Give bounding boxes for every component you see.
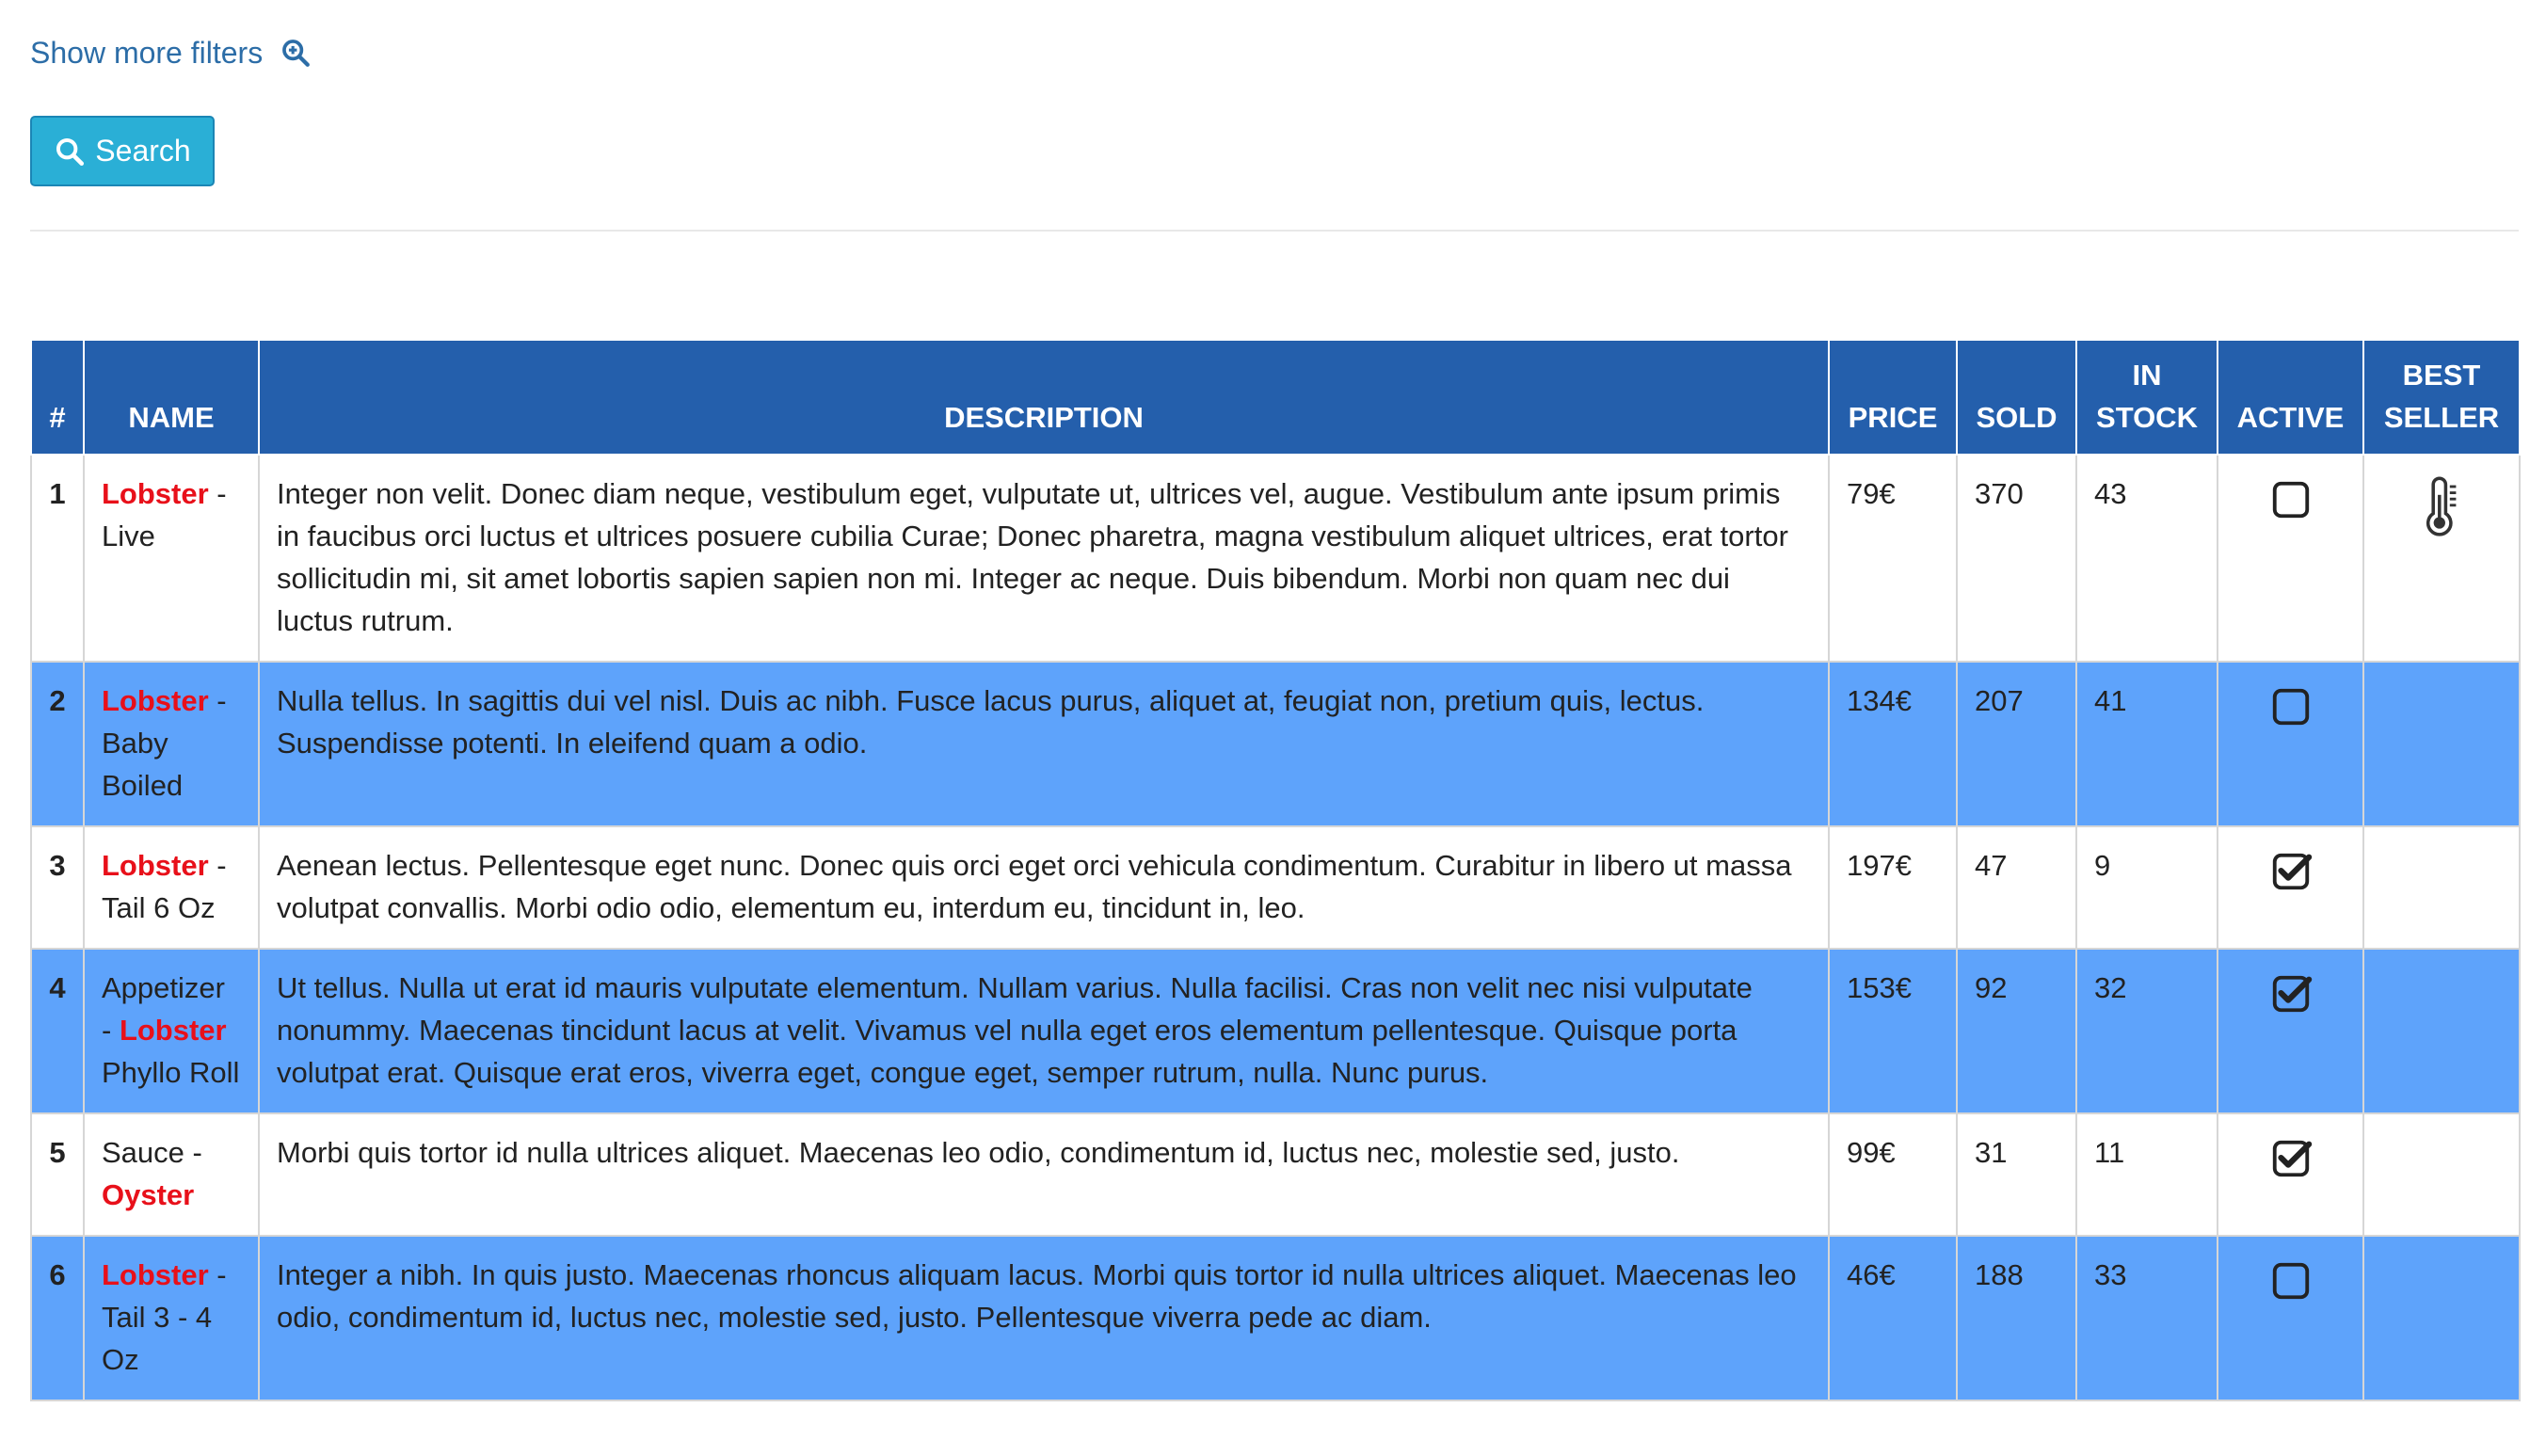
column-header-active[interactable]: ACTIVE bbox=[2217, 339, 2364, 456]
table-row[interactable]: 4 Appetizer - Lobster Phyllo Roll Ut tellu… bbox=[30, 948, 2521, 1114]
column-header-best-seller[interactable]: BEST SELLER bbox=[2362, 339, 2521, 456]
product-description: Aenean lectus. Pellentesque eget nunc. D… bbox=[258, 825, 1830, 950]
product-sold: 47 bbox=[1956, 825, 2077, 950]
name-highlight: Lobster bbox=[102, 849, 209, 882]
name-highlight: Oyster bbox=[102, 1178, 195, 1211]
unchecked-checkbox-icon[interactable] bbox=[2269, 478, 2313, 521]
product-active bbox=[2217, 948, 2364, 1114]
row-index: 6 bbox=[30, 1235, 85, 1401]
product-description: Nulla tellus. In sagittis dui vel nisl. … bbox=[258, 661, 1830, 827]
product-list-page: Show more filters Search # NAME DESCRIPT… bbox=[0, 0, 2546, 1456]
name-highlight: Lobster bbox=[102, 477, 209, 510]
product-active bbox=[2217, 454, 2364, 663]
product-in-stock: 41 bbox=[2075, 661, 2218, 827]
name-highlight: Lobster bbox=[102, 1258, 209, 1291]
row-index: 2 bbox=[30, 661, 85, 827]
show-more-filters-label: Show more filters bbox=[30, 35, 264, 70]
row-index: 5 bbox=[30, 1112, 85, 1237]
thermometer-icon bbox=[2426, 476, 2457, 536]
product-best-seller bbox=[2362, 948, 2521, 1114]
product-best-seller bbox=[2362, 454, 2521, 663]
product-in-stock: 32 bbox=[2075, 948, 2218, 1114]
product-active bbox=[2217, 1235, 2364, 1401]
column-header-in-stock[interactable]: IN STOCK bbox=[2075, 339, 2218, 456]
table-header-row: # NAME DESCRIPTION PRICE SOLD IN STOCK A… bbox=[30, 339, 2521, 456]
column-header-index[interactable]: # bbox=[30, 339, 85, 456]
product-in-stock: 43 bbox=[2075, 454, 2218, 663]
product-description: Morbi quis tortor id nulla ultrices aliq… bbox=[258, 1112, 1830, 1237]
search-icon bbox=[56, 137, 85, 166]
product-price: 46€ bbox=[1828, 1235, 1958, 1401]
column-header-description[interactable]: DESCRIPTION bbox=[258, 339, 1830, 456]
table-row[interactable]: 5 Sauce - Oyster Morbi quis tortor id null… bbox=[30, 1112, 2521, 1237]
name-highlight: Lobster bbox=[119, 1014, 227, 1047]
table-row[interactable]: 2 Lobster - Baby Boiled Nulla tellus. In s… bbox=[30, 661, 2521, 827]
divider bbox=[30, 230, 2519, 232]
column-header-price[interactable]: PRICE bbox=[1828, 339, 1958, 456]
name-text: Phyllo Roll bbox=[102, 1056, 240, 1089]
row-index: 1 bbox=[30, 454, 85, 663]
table-row[interactable]: 3 Lobster - Tail 6 Oz Aenean lectus. Pelle… bbox=[30, 825, 2521, 950]
row-index: 3 bbox=[30, 825, 85, 950]
table-row[interactable]: 6 Lobster - Tail 3 - 4 Oz Integer a nibh. … bbox=[30, 1235, 2521, 1401]
product-best-seller bbox=[2362, 1235, 2521, 1401]
product-description: Ut tellus. Nulla ut erat id mauris vulpu… bbox=[258, 948, 1830, 1114]
search-button[interactable]: Search bbox=[30, 116, 215, 186]
table-row[interactable]: 1 Lobster - Live Integer non velit. Donec … bbox=[30, 454, 2521, 663]
product-price: 99€ bbox=[1828, 1112, 1958, 1237]
column-header-sold[interactable]: SOLD bbox=[1956, 339, 2077, 456]
product-sold: 207 bbox=[1956, 661, 2077, 827]
product-best-seller bbox=[2362, 1112, 2521, 1237]
product-name: Lobster - Live bbox=[83, 454, 260, 663]
show-more-filters-link[interactable]: Show more filters bbox=[30, 30, 312, 75]
product-sold: 370 bbox=[1956, 454, 2077, 663]
product-name: Lobster - Baby Boiled bbox=[83, 661, 260, 827]
products-table: # NAME DESCRIPTION PRICE SOLD IN STOCK A… bbox=[30, 339, 2521, 1401]
product-best-seller bbox=[2362, 825, 2521, 950]
product-active bbox=[2217, 661, 2364, 827]
product-active bbox=[2217, 1112, 2364, 1237]
search-button-label: Search bbox=[95, 134, 191, 168]
product-price: 79€ bbox=[1828, 454, 1958, 663]
product-sold: 188 bbox=[1956, 1235, 2077, 1401]
product-price: 153€ bbox=[1828, 948, 1958, 1114]
product-in-stock: 9 bbox=[2075, 825, 2218, 950]
product-description: Integer non velit. Donec diam neque, ves… bbox=[258, 454, 1830, 663]
product-best-seller bbox=[2362, 661, 2521, 827]
checked-checkbox-icon[interactable] bbox=[2269, 850, 2313, 893]
product-name: Appetizer - Lobster Phyllo Roll bbox=[83, 948, 260, 1114]
product-in-stock: 33 bbox=[2075, 1235, 2218, 1401]
product-name: Lobster - Tail 6 Oz bbox=[83, 825, 260, 950]
product-price: 197€ bbox=[1828, 825, 1958, 950]
product-name: Sauce - Oyster bbox=[83, 1112, 260, 1237]
product-in-stock: 11 bbox=[2075, 1112, 2218, 1237]
product-price: 134€ bbox=[1828, 661, 1958, 827]
product-name: Lobster - Tail 3 - 4 Oz bbox=[83, 1235, 260, 1401]
zoom-in-icon bbox=[282, 40, 311, 67]
product-active bbox=[2217, 825, 2364, 950]
product-sold: 92 bbox=[1956, 948, 2077, 1114]
product-sold: 31 bbox=[1956, 1112, 2077, 1237]
column-header-name[interactable]: NAME bbox=[83, 339, 260, 456]
name-text: Sauce - bbox=[102, 1136, 202, 1169]
unchecked-checkbox-icon[interactable] bbox=[2269, 1259, 2313, 1303]
name-highlight: Lobster bbox=[102, 684, 209, 717]
row-index: 4 bbox=[30, 948, 85, 1114]
checked-checkbox-icon[interactable] bbox=[2269, 1137, 2313, 1180]
checked-checkbox-icon[interactable] bbox=[2269, 972, 2313, 1016]
product-description: Integer a nibh. In quis justo. Maecenas … bbox=[258, 1235, 1830, 1401]
unchecked-checkbox-icon[interactable] bbox=[2269, 685, 2313, 728]
